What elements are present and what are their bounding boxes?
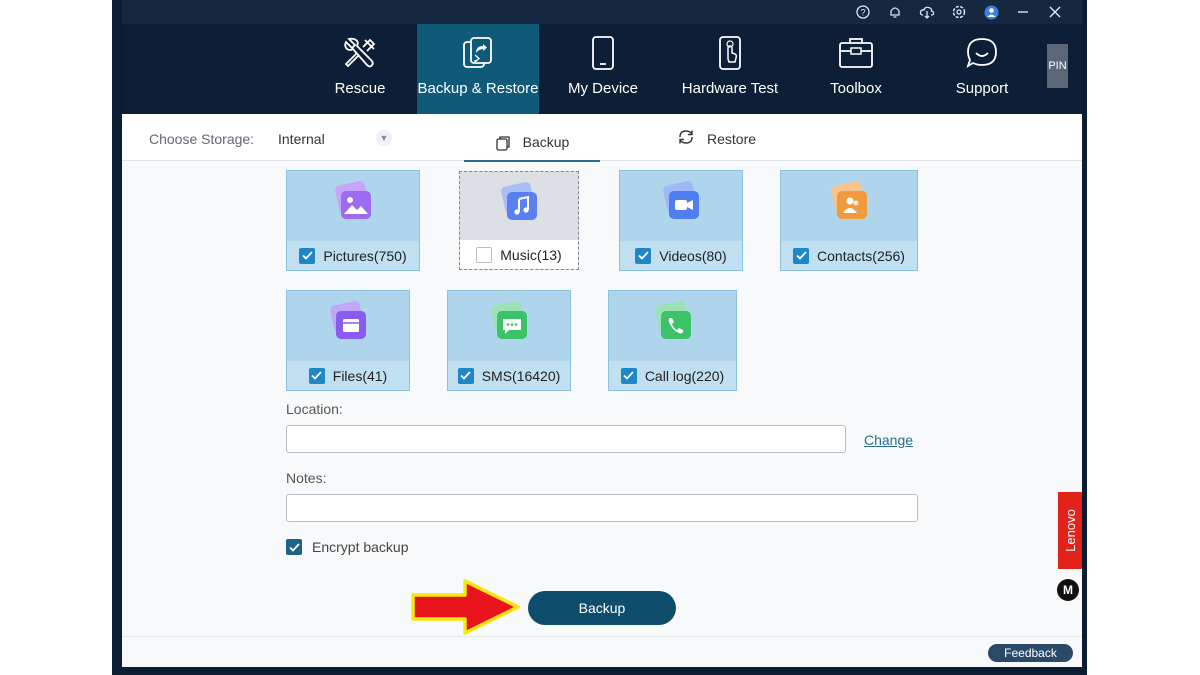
restore-refresh-icon xyxy=(677,129,695,148)
nav-label-toolbox: Toolbox xyxy=(830,80,882,97)
category-card-sms[interactable]: SMS(16420) xyxy=(447,290,571,391)
contacts-icon xyxy=(825,181,873,230)
red-arrow-annotation-icon xyxy=(411,579,520,635)
pin-button[interactable]: PIN xyxy=(1047,44,1068,88)
tab-backup[interactable]: Backup xyxy=(464,129,600,162)
title-bar: ? xyxy=(122,0,1082,24)
files-icon xyxy=(324,301,372,350)
category-card-music[interactable]: Music(13) xyxy=(459,171,579,270)
storage-label: Choose Storage: xyxy=(149,131,255,147)
nav-label-rescue: Rescue xyxy=(334,80,386,97)
sub-toolbar: Choose Storage: Internal ▼ Backup Restor… xyxy=(122,114,1082,162)
bell-icon[interactable] xyxy=(886,4,904,20)
nav-item-my-device[interactable]: My Device xyxy=(542,24,664,114)
change-location-link[interactable]: Change xyxy=(864,432,913,448)
motorola-logo-icon: M xyxy=(1057,579,1079,601)
checkbox-pictures[interactable] xyxy=(299,247,316,264)
encrypt-backup-option[interactable]: Encrypt backup xyxy=(286,539,409,555)
category-label-sms: SMS(16420) xyxy=(481,367,561,384)
location-input[interactable] xyxy=(286,425,846,453)
nav-label-hardware-test: Hardware Test xyxy=(681,80,779,97)
call-log-icon xyxy=(649,301,697,350)
minimize-icon[interactable] xyxy=(1014,4,1032,20)
user-avatar-icon[interactable] xyxy=(982,4,1000,20)
phone-icon xyxy=(590,34,616,72)
nav-label-support: Support xyxy=(955,80,1009,97)
video-icon xyxy=(657,181,705,230)
checkbox-call-log[interactable] xyxy=(620,367,637,384)
lenovo-logo: Lenovo xyxy=(1058,492,1082,569)
nav-item-support[interactable]: Support xyxy=(921,24,1043,114)
nav-item-hardware-test[interactable]: Hardware Test xyxy=(669,24,791,114)
backup-restore-icon xyxy=(461,34,495,72)
tools-icon xyxy=(341,34,379,72)
nav-item-toolbox[interactable]: Toolbox xyxy=(795,24,917,114)
app-window: ? Rescue Backup & Restore My Device Hard… xyxy=(112,0,1087,675)
backup-panel: Choose Storage: Internal ▼ Backup Restor… xyxy=(122,114,1082,667)
feedback-button[interactable]: Feedback xyxy=(988,644,1073,662)
svg-text:?: ? xyxy=(860,8,865,18)
category-label-music: Music(13) xyxy=(500,246,562,263)
nav-item-rescue[interactable]: Rescue xyxy=(299,24,421,114)
category-card-videos[interactable]: Videos(80) xyxy=(619,170,743,271)
category-card-pictures[interactable]: Pictures(750) xyxy=(286,170,420,271)
help-icon[interactable]: ? xyxy=(854,4,872,20)
tab-restore[interactable]: Restore xyxy=(677,129,756,148)
nav-item-backup-restore[interactable]: Backup & Restore xyxy=(417,24,539,114)
category-card-contacts[interactable]: Contacts(256) xyxy=(780,170,918,271)
category-card-call-log[interactable]: Call log(220) xyxy=(608,290,737,391)
checkbox-videos[interactable] xyxy=(635,247,652,264)
nav-label-backup-restore: Backup & Restore xyxy=(417,80,539,97)
settings-gear-icon[interactable] xyxy=(950,4,968,20)
nav-label-my-device: My Device xyxy=(567,80,638,97)
category-label-videos: Videos(80) xyxy=(659,247,727,264)
location-label: Location: xyxy=(286,401,343,417)
storage-select-value[interactable]: Internal xyxy=(278,131,325,147)
chevron-down-icon[interactable]: ▼ xyxy=(376,130,392,146)
checkbox-files[interactable] xyxy=(308,367,325,384)
checkbox-music[interactable] xyxy=(476,246,493,263)
support-chat-icon xyxy=(965,34,999,72)
pictures-icon xyxy=(329,181,377,230)
checkbox-contacts[interactable] xyxy=(793,247,810,264)
notes-label: Notes: xyxy=(286,470,327,486)
cloud-download-icon[interactable] xyxy=(918,4,936,20)
music-icon xyxy=(495,182,543,231)
category-label-files: Files(41) xyxy=(332,367,388,384)
toolbox-icon xyxy=(838,34,874,72)
notes-input[interactable] xyxy=(286,494,918,522)
category-card-files[interactable]: Files(41) xyxy=(286,290,410,391)
encrypt-backup-label: Encrypt backup xyxy=(312,539,409,555)
backup-button[interactable]: Backup xyxy=(528,591,676,625)
checkbox-encrypt[interactable] xyxy=(286,539,302,555)
category-label-call-log: Call log(220) xyxy=(644,367,725,384)
close-icon[interactable] xyxy=(1046,4,1064,20)
sms-icon xyxy=(485,301,533,350)
hardware-test-icon xyxy=(717,34,743,72)
category-label-contacts: Contacts(256) xyxy=(817,247,905,264)
backup-tab-icon xyxy=(495,135,511,154)
main-nav: Rescue Backup & Restore My Device Hardwa… xyxy=(122,24,1082,114)
category-label-pictures: Pictures(750) xyxy=(323,247,407,264)
checkbox-sms[interactable] xyxy=(457,367,474,384)
tab-restore-label: Restore xyxy=(707,130,757,147)
tab-backup-label: Backup xyxy=(522,134,570,150)
footer-divider xyxy=(122,636,1082,637)
lenovo-logo-text: Lenovo xyxy=(1062,509,1078,552)
